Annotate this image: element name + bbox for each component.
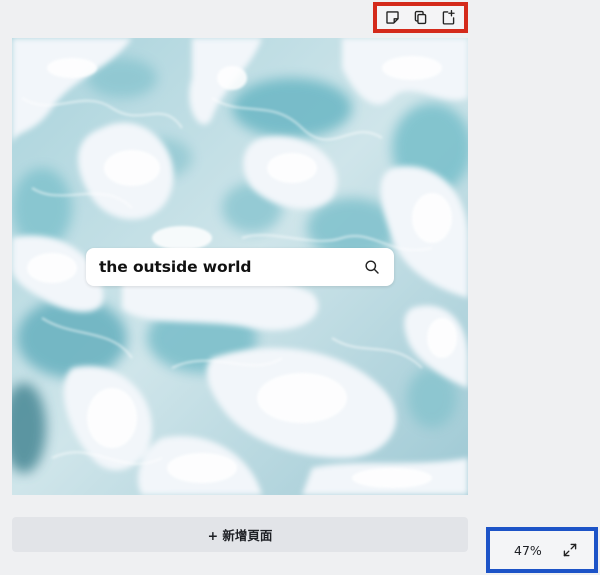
fullscreen-icon	[563, 543, 577, 557]
zoom-level[interactable]: 47%	[514, 543, 542, 558]
page-actions-toolbar	[373, 2, 468, 33]
search-box-text: the outside world	[99, 258, 252, 276]
duplicate-page-button[interactable]	[409, 7, 431, 29]
add-page-toolbar-button[interactable]	[437, 7, 459, 29]
add-note-button[interactable]	[382, 7, 404, 29]
duplicate-icon	[414, 10, 427, 25]
editor-workspace: the outside world + 新增頁面 47%	[0, 0, 600, 575]
add-page-button[interactable]: + 新增頁面	[12, 517, 468, 552]
canvas-search-box[interactable]: the outside world	[86, 248, 394, 286]
sticky-note-icon	[386, 11, 400, 24]
zoom-control: 47%	[486, 527, 598, 573]
add-page-icon	[442, 10, 455, 25]
search-icon[interactable]	[363, 259, 380, 276]
fullscreen-button[interactable]	[560, 540, 580, 560]
page-canvas[interactable]: the outside world	[12, 38, 468, 495]
